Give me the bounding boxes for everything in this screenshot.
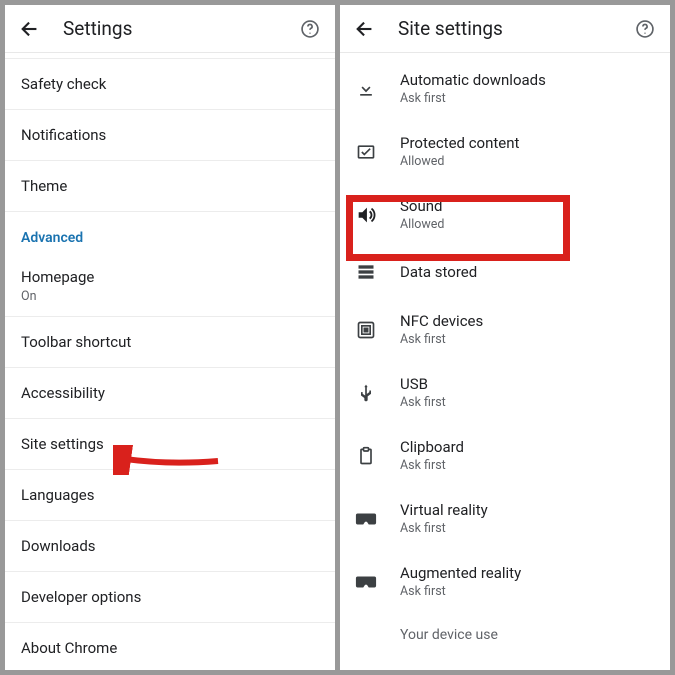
row-sub: Ask first bbox=[400, 521, 488, 536]
row-label: Clipboard bbox=[400, 438, 464, 456]
help-icon[interactable] bbox=[299, 18, 321, 40]
row-theme[interactable]: Theme bbox=[5, 161, 335, 212]
row-label: Augmented reality bbox=[400, 564, 521, 582]
row-notifications[interactable]: Notifications bbox=[5, 110, 335, 161]
row-label: Your device use bbox=[400, 627, 498, 643]
section-advanced: Advanced bbox=[5, 212, 335, 256]
row-toolbar-shortcut[interactable]: Toolbar shortcut bbox=[5, 317, 335, 368]
row-sub: Ask first bbox=[400, 395, 446, 410]
site-settings-header: Site settings bbox=[340, 5, 670, 53]
back-icon[interactable] bbox=[19, 18, 41, 40]
help-icon[interactable] bbox=[634, 18, 656, 40]
row-sub: Allowed bbox=[400, 154, 519, 169]
row-protected-content[interactable]: Protected content Allowed bbox=[340, 120, 670, 183]
settings-header: Settings bbox=[5, 5, 335, 53]
row-sub: On bbox=[21, 289, 37, 304]
row-site-settings[interactable]: Site settings bbox=[5, 419, 335, 470]
row-sub: Allowed bbox=[400, 217, 444, 232]
vr-icon bbox=[354, 507, 378, 531]
row-label: Downloads bbox=[21, 537, 96, 555]
row-label: Developer options bbox=[21, 588, 141, 606]
sound-icon bbox=[354, 203, 378, 227]
row-sub: Ask first bbox=[400, 458, 464, 473]
row-label: Sound bbox=[400, 197, 444, 215]
row-downloads[interactable]: Downloads bbox=[5, 521, 335, 572]
row-label: Homepage bbox=[21, 268, 94, 286]
row-label: NFC devices bbox=[400, 312, 483, 330]
row-label: USB bbox=[400, 375, 446, 393]
settings-list: Safety check Notifications Theme Advance… bbox=[5, 53, 335, 670]
row-sub: Ask first bbox=[400, 584, 521, 599]
row-developer-options[interactable]: Developer options bbox=[5, 572, 335, 623]
settings-title: Settings bbox=[63, 17, 277, 40]
row-accessibility[interactable]: Accessibility bbox=[5, 368, 335, 419]
row-sound[interactable]: Sound Allowed bbox=[340, 183, 670, 246]
nfc-icon bbox=[354, 318, 378, 342]
row-sub: Ask first bbox=[400, 91, 546, 106]
row-usb[interactable]: USB Ask first bbox=[340, 361, 670, 424]
row-clipboard[interactable]: Clipboard Ask first bbox=[340, 424, 670, 487]
clipboard-icon bbox=[354, 444, 378, 468]
row-about-chrome[interactable]: About Chrome bbox=[5, 623, 335, 670]
row-label: Theme bbox=[21, 177, 67, 195]
row-automatic-downloads[interactable]: Automatic downloads Ask first bbox=[340, 57, 670, 120]
row-languages[interactable]: Languages bbox=[5, 470, 335, 521]
row-label: Languages bbox=[21, 486, 95, 504]
row-label: About Chrome bbox=[21, 639, 117, 657]
row-label: Safety check bbox=[21, 75, 106, 93]
row-safety-check[interactable]: Safety check bbox=[5, 59, 335, 110]
row-data-stored[interactable]: Data stored bbox=[340, 246, 670, 298]
row-label: Accessibility bbox=[21, 384, 105, 402]
section-label: Advanced bbox=[21, 230, 83, 246]
row-sub: Ask first bbox=[400, 332, 483, 347]
row-label: Notifications bbox=[21, 126, 106, 144]
site-settings-list: Automatic downloads Ask first Protected c… bbox=[340, 53, 670, 670]
download-icon bbox=[354, 77, 378, 101]
back-icon[interactable] bbox=[354, 18, 376, 40]
site-settings-title: Site settings bbox=[398, 17, 612, 40]
row-label: Virtual reality bbox=[400, 501, 488, 519]
site-settings-panel: Site settings Automatic downloads Ask fir… bbox=[340, 5, 670, 670]
row-device-use[interactable]: Your device use bbox=[340, 613, 670, 643]
ar-icon bbox=[354, 570, 378, 594]
row-label: Site settings bbox=[21, 435, 104, 453]
row-label: Toolbar shortcut bbox=[21, 333, 131, 351]
usb-icon bbox=[354, 381, 378, 405]
row-label: Automatic downloads bbox=[400, 71, 546, 89]
row-homepage[interactable]: Homepage On bbox=[5, 256, 335, 317]
row-label: Protected content bbox=[400, 134, 519, 152]
storage-icon bbox=[354, 260, 378, 284]
check-box-icon bbox=[354, 140, 378, 164]
settings-panel: Settings Safety check Notifications Them… bbox=[5, 5, 335, 670]
row-label: Data stored bbox=[400, 263, 477, 281]
row-augmented-reality[interactable]: Augmented reality Ask first bbox=[340, 550, 670, 613]
row-nfc-devices[interactable]: NFC devices Ask first bbox=[340, 298, 670, 361]
row-virtual-reality[interactable]: Virtual reality Ask first bbox=[340, 487, 670, 550]
